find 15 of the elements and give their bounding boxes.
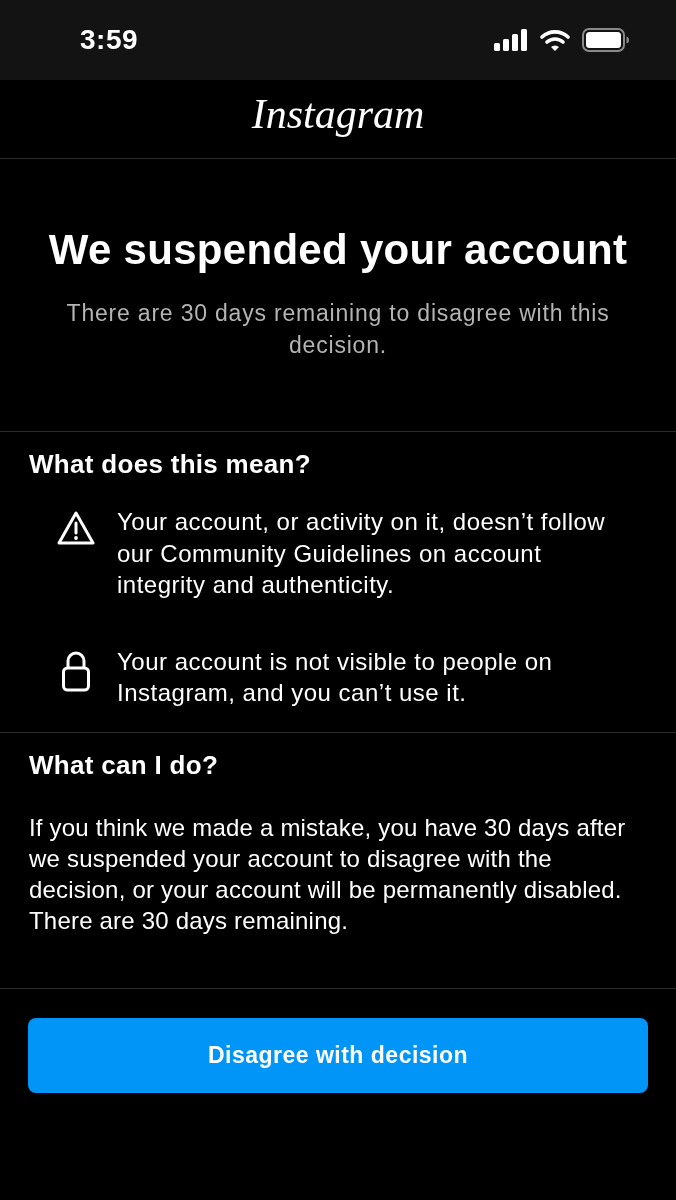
signal-icon xyxy=(494,29,528,51)
disagree-button[interactable]: Disagree with decision xyxy=(28,1017,648,1093)
battery-icon xyxy=(582,28,630,52)
warning-icon xyxy=(57,510,95,546)
info-text: Your account is not visible to people on Instagram, and you can’t use it. xyxy=(117,646,554,708)
section-heading: What does this mean? xyxy=(29,449,312,479)
info-text: Your account, or activity on it, doesn’t follow our Community Guidelines on account integrity and authenticity. xyxy=(117,507,607,600)
section-paragraph: If you think we made a mistake, you have 30 days after we suspended your account to disagree with the decision, or your account will be permanently disabled. There are 30 days remaining. xyxy=(29,812,627,936)
page-title: We suspended your account xyxy=(48,225,628,275)
wifi-icon xyxy=(540,29,570,51)
lock-icon xyxy=(62,649,90,692)
section-heading: What can I do? xyxy=(29,749,220,780)
status-time: 3:59 xyxy=(80,24,139,56)
app-logo: Instagram xyxy=(251,93,425,135)
page-subtitle: There are 30 days remaining to disagree with this decision. xyxy=(65,299,611,360)
